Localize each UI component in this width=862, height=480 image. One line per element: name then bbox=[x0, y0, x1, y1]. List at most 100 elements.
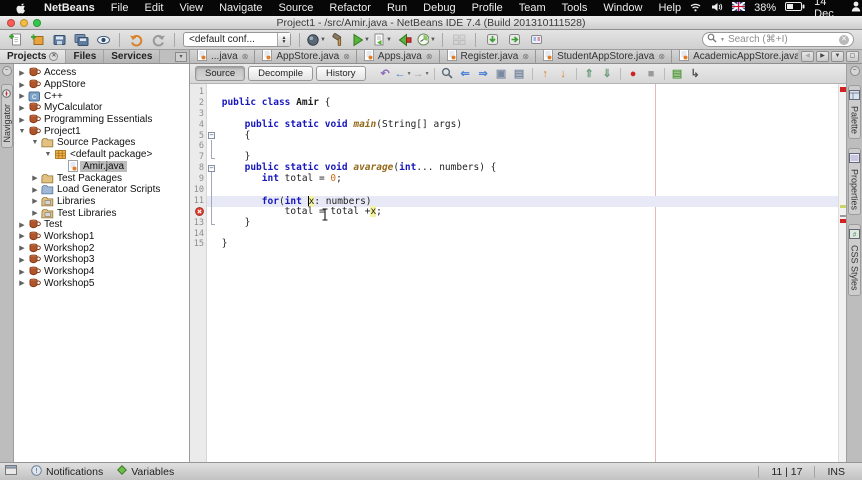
tree-row[interactable]: ▶ C C++ bbox=[14, 90, 189, 102]
debug-project-dropdown-icon[interactable]: ▼ bbox=[386, 37, 392, 43]
prev-bookmark-icon[interactable]: ⇑ bbox=[581, 66, 598, 82]
expand-node-icon[interactable]: ▶ bbox=[17, 256, 27, 264]
flag-icon[interactable] bbox=[731, 1, 746, 14]
menu-item-source[interactable]: Source bbox=[271, 0, 322, 16]
select-in-projects-icon[interactable]: ▤ bbox=[511, 66, 528, 82]
close-window-button[interactable] bbox=[7, 19, 15, 27]
battery-icon[interactable] bbox=[785, 2, 805, 14]
undo-button[interactable] bbox=[126, 31, 146, 49]
dock-tab-palette[interactable]: Palette bbox=[848, 85, 861, 140]
tree-row[interactable]: ▶ Libraries bbox=[14, 196, 189, 208]
collapse-node-icon[interactable]: ▼ bbox=[17, 128, 27, 135]
tree-row[interactable]: ▶ AppStore bbox=[14, 79, 189, 91]
menu-item-view[interactable]: View bbox=[171, 0, 211, 16]
fold-margin[interactable] bbox=[207, 185, 216, 196]
tree-row[interactable]: ▶ Test bbox=[14, 219, 189, 231]
menu-item-file[interactable]: File bbox=[103, 0, 137, 16]
line-number[interactable]: 5 bbox=[190, 131, 207, 142]
menu-item-window[interactable]: Window bbox=[595, 0, 650, 16]
fold-margin[interactable] bbox=[207, 206, 216, 218]
jump-prev-icon[interactable]: ↑ bbox=[537, 66, 554, 82]
fold-margin[interactable] bbox=[207, 141, 216, 153]
expand-node-icon[interactable]: ▶ bbox=[17, 244, 27, 252]
tree-row[interactable]: ▶ Access bbox=[14, 67, 189, 79]
fold-margin[interactable] bbox=[207, 152, 216, 163]
fold-collapse-icon[interactable]: − bbox=[208, 132, 215, 140]
editor-tab-register-java[interactable]: Register.java ⊗ bbox=[439, 50, 537, 63]
code-text[interactable] bbox=[216, 185, 846, 196]
line-number[interactable]: 11 bbox=[190, 196, 207, 207]
vcs-status-button[interactable] bbox=[449, 31, 469, 49]
variables-button[interactable]: Variables bbox=[117, 465, 174, 478]
expand-node-icon[interactable]: ▶ bbox=[17, 81, 27, 89]
next-bookmark-icon[interactable]: ⇓ bbox=[599, 66, 616, 82]
tree-row[interactable]: ▶ Workshop3 bbox=[14, 254, 189, 266]
tree-row[interactable]: ▶ Test Packages bbox=[14, 172, 189, 184]
update-button[interactable] bbox=[482, 31, 502, 49]
preview-button[interactable] bbox=[93, 31, 113, 49]
find-selection-icon[interactable] bbox=[439, 66, 456, 82]
run-project-button[interactable]: ▼ bbox=[350, 31, 370, 49]
menu-item-run[interactable]: Run bbox=[379, 0, 415, 16]
line-number[interactable]: 6 bbox=[190, 141, 207, 152]
line-number[interactable]: 4 bbox=[190, 120, 207, 131]
record-macro-icon[interactable]: ● bbox=[625, 66, 642, 82]
diff-button[interactable] bbox=[526, 31, 546, 49]
collapse-left-panel-button[interactable]: − bbox=[1, 66, 12, 76]
tree-row[interactable]: ▶ Workshop1 bbox=[14, 231, 189, 243]
window-title-bar[interactable]: Project1 - /src/Amir.java - NetBeans IDE… bbox=[0, 16, 862, 30]
menu-item-team[interactable]: Team bbox=[511, 0, 554, 16]
expand-node-icon[interactable]: ▶ bbox=[30, 209, 40, 217]
line-number[interactable]: 8 bbox=[190, 163, 207, 174]
line-number[interactable]: 2 bbox=[190, 98, 207, 109]
menu-item-edit[interactable]: Edit bbox=[136, 0, 171, 16]
stop-macro-icon[interactable]: ■ bbox=[643, 66, 660, 82]
line-number[interactable]: 10 bbox=[190, 185, 207, 196]
fold-margin[interactable] bbox=[207, 174, 216, 185]
expand-node-icon[interactable]: ▶ bbox=[17, 268, 27, 276]
commit-button[interactable] bbox=[504, 31, 524, 49]
code-editor[interactable]: 12 public class Amir {3 4 public static v… bbox=[190, 84, 846, 462]
line-number[interactable]: 15 bbox=[190, 239, 207, 250]
error-stripe[interactable] bbox=[838, 84, 846, 462]
collapse-node-icon[interactable]: ▼ bbox=[43, 151, 53, 158]
code-text[interactable]: public static void main(String[] args) bbox=[216, 119, 846, 131]
menu-item-debug[interactable]: Debug bbox=[415, 0, 463, 16]
search-scope-dropdown-icon[interactable]: ▼ bbox=[720, 37, 725, 43]
expand-node-icon[interactable]: ▶ bbox=[17, 104, 27, 112]
menu-item-tools[interactable]: Tools bbox=[554, 0, 596, 16]
forward-icon[interactable]: → ▼ bbox=[413, 66, 430, 82]
back-icon-dropdown[interactable]: ▼ bbox=[407, 71, 412, 77]
last-edit-icon[interactable]: ↶ bbox=[377, 66, 394, 82]
tab-list-dropdown-button[interactable]: ▼ bbox=[831, 51, 844, 62]
projects-tree-panel[interactable]: ▶ Access ▶ AppStore ▶ C C++ ▶ MyCalculator ▶ Progr… bbox=[14, 64, 190, 462]
user-icon[interactable] bbox=[851, 1, 861, 15]
redo-button[interactable] bbox=[148, 31, 168, 49]
line-number[interactable]: 3 bbox=[190, 109, 207, 120]
tree-row[interactable]: Amir.java bbox=[14, 160, 189, 173]
line-number[interactable]: 7 bbox=[190, 152, 207, 163]
maximize-editor-button[interactable]: ▢ bbox=[846, 51, 859, 62]
minimize-window-button[interactable] bbox=[20, 19, 28, 27]
new-project-button[interactable] bbox=[27, 31, 47, 49]
code-text[interactable]: { bbox=[216, 130, 846, 142]
tree-row[interactable]: ▶ Workshop5 bbox=[14, 277, 189, 289]
expand-node-icon[interactable]: ▶ bbox=[30, 197, 40, 205]
debug-project-button[interactable]: ▼ bbox=[372, 31, 392, 49]
code-text[interactable] bbox=[216, 229, 846, 240]
notifications-button[interactable]: ! Notifications bbox=[31, 464, 103, 479]
clean-build-button[interactable] bbox=[328, 31, 348, 49]
next-occurrence-icon[interactable]: ⇒ bbox=[475, 66, 492, 82]
code-text[interactable]: } bbox=[216, 217, 846, 229]
clear-search-icon[interactable]: ✕ bbox=[839, 34, 849, 45]
forward-icon-dropdown[interactable]: ▼ bbox=[425, 71, 430, 77]
apply-code-changes-button[interactable] bbox=[394, 31, 414, 49]
code-text[interactable]: } bbox=[216, 239, 846, 250]
error-stripe-mark[interactable] bbox=[840, 205, 846, 208]
menu-item-refactor[interactable]: Refactor bbox=[321, 0, 379, 16]
prev-occurrence-icon[interactable]: ⇐ bbox=[457, 66, 474, 82]
fold-margin[interactable]: − bbox=[207, 163, 216, 175]
run-project-dropdown-icon[interactable]: ▼ bbox=[364, 37, 370, 43]
error-badge-icon[interactable] bbox=[190, 206, 207, 218]
close-tab-icon[interactable]: ⊗ bbox=[343, 52, 350, 61]
